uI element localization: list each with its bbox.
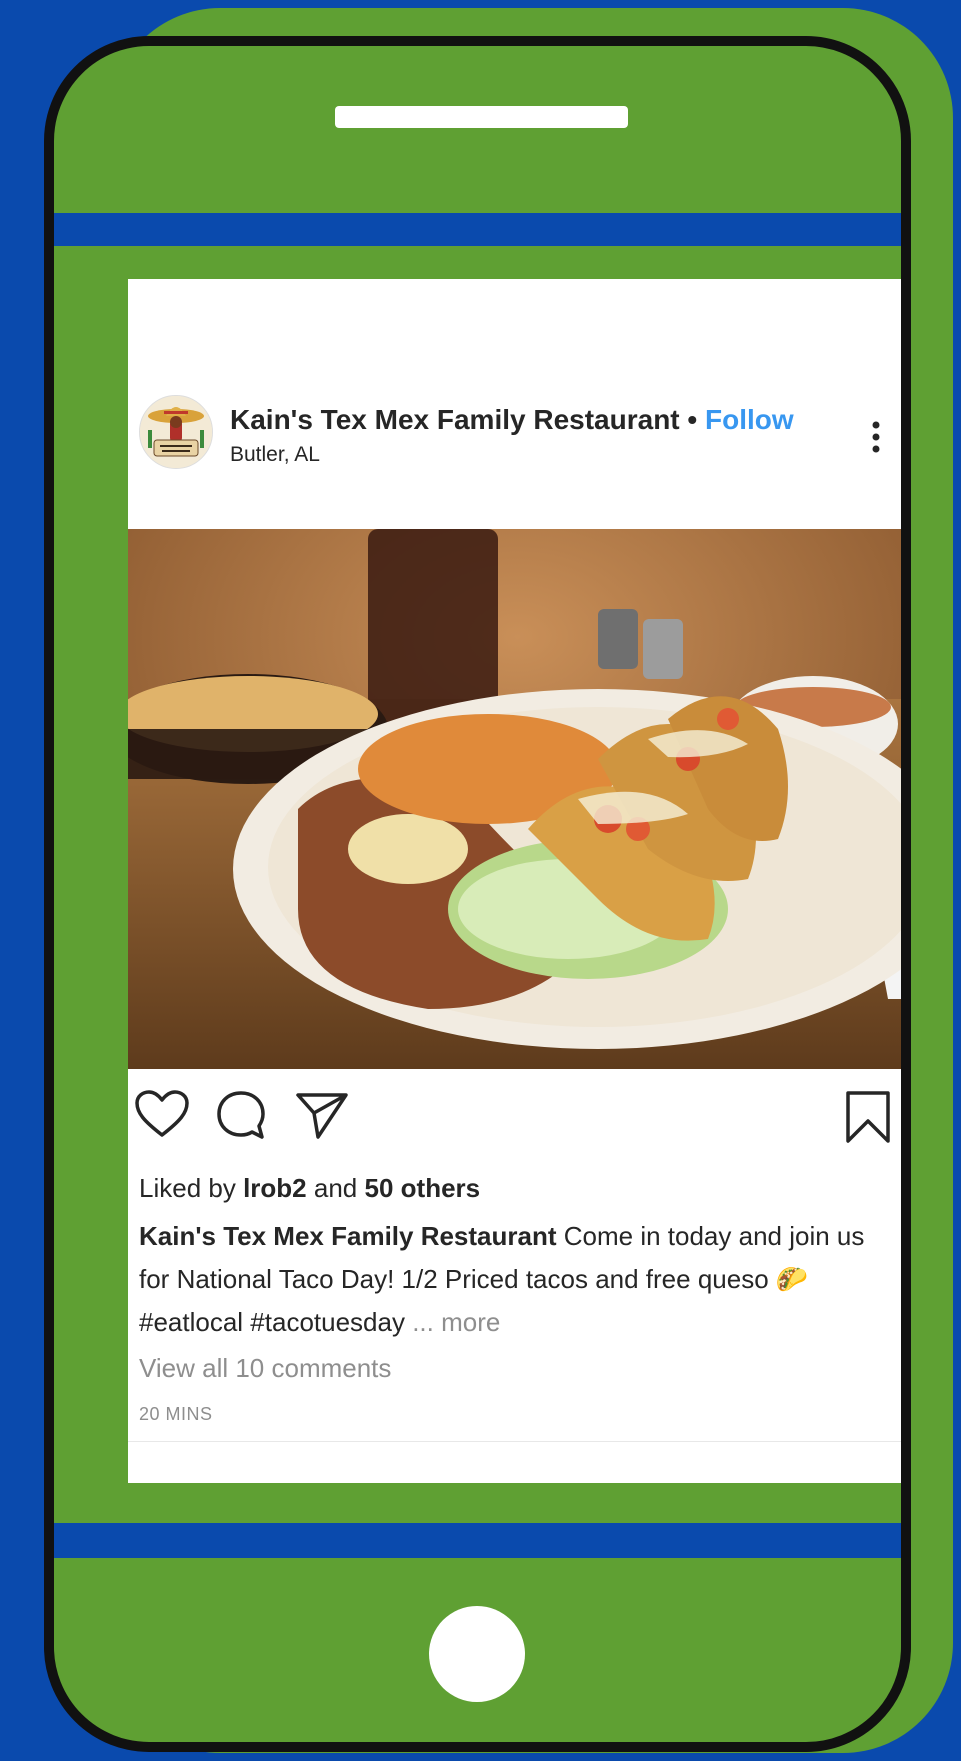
phone-speaker <box>335 106 628 128</box>
header-title-line: Kain's Tex Mex Family Restaurant • Follo… <box>230 404 794 436</box>
post-caption: Kain's Tex Mex Family Restaurant Come in… <box>139 1215 879 1344</box>
likes-prefix: Liked by <box>139 1173 236 1203</box>
view-comments-link[interactable]: View all 10 comments <box>139 1353 391 1384</box>
likes-conjunction: and <box>313 1173 358 1203</box>
sombrero-logo-icon <box>140 396 212 468</box>
location-label[interactable]: Butler, AL <box>230 443 320 467</box>
more-vertical-icon[interactable] <box>866 417 886 457</box>
home-button[interactable] <box>429 1606 525 1702</box>
caption-more-link[interactable]: more <box>441 1307 500 1337</box>
phone-top-band <box>54 213 901 246</box>
bookmark-icon[interactable] <box>843 1089 893 1145</box>
likes-others[interactable]: 50 others <box>365 1173 481 1203</box>
tacos-plate-photo <box>128 529 901 1069</box>
post-image[interactable] <box>128 529 901 1069</box>
divider <box>128 1441 901 1442</box>
likes-summary: Liked by lrob2 and 50 others <box>139 1173 480 1204</box>
post-header: Kain's Tex Mex Family Restaurant • Follo… <box>128 377 901 477</box>
comment-bubble-icon[interactable] <box>215 1089 267 1141</box>
account-name[interactable]: Kain's Tex Mex Family Restaurant <box>230 404 680 435</box>
heart-icon[interactable] <box>134 1089 190 1139</box>
separator-dot: • <box>687 404 698 435</box>
caption-ellipsis: ... <box>412 1307 434 1337</box>
phone-frame: Kain's Tex Mex Family Restaurant • Follo… <box>44 36 911 1752</box>
caption-hashtags[interactable]: #eatlocal #tacotuesday <box>139 1307 405 1337</box>
follow-button[interactable]: Follow <box>705 404 794 435</box>
taco-emoji: 🌮 <box>775 1264 809 1294</box>
caption-account-name[interactable]: Kain's Tex Mex Family Restaurant <box>139 1221 557 1251</box>
account-avatar[interactable] <box>139 395 213 469</box>
instagram-post-screen: Kain's Tex Mex Family Restaurant • Follo… <box>128 279 901 1483</box>
paper-plane-icon[interactable] <box>294 1089 350 1141</box>
action-bar <box>128 1079 901 1149</box>
post-timestamp: 20 MINS <box>139 1404 213 1424</box>
liked-by-user[interactable]: lrob2 <box>243 1173 307 1203</box>
phone-bottom-band <box>54 1523 901 1558</box>
